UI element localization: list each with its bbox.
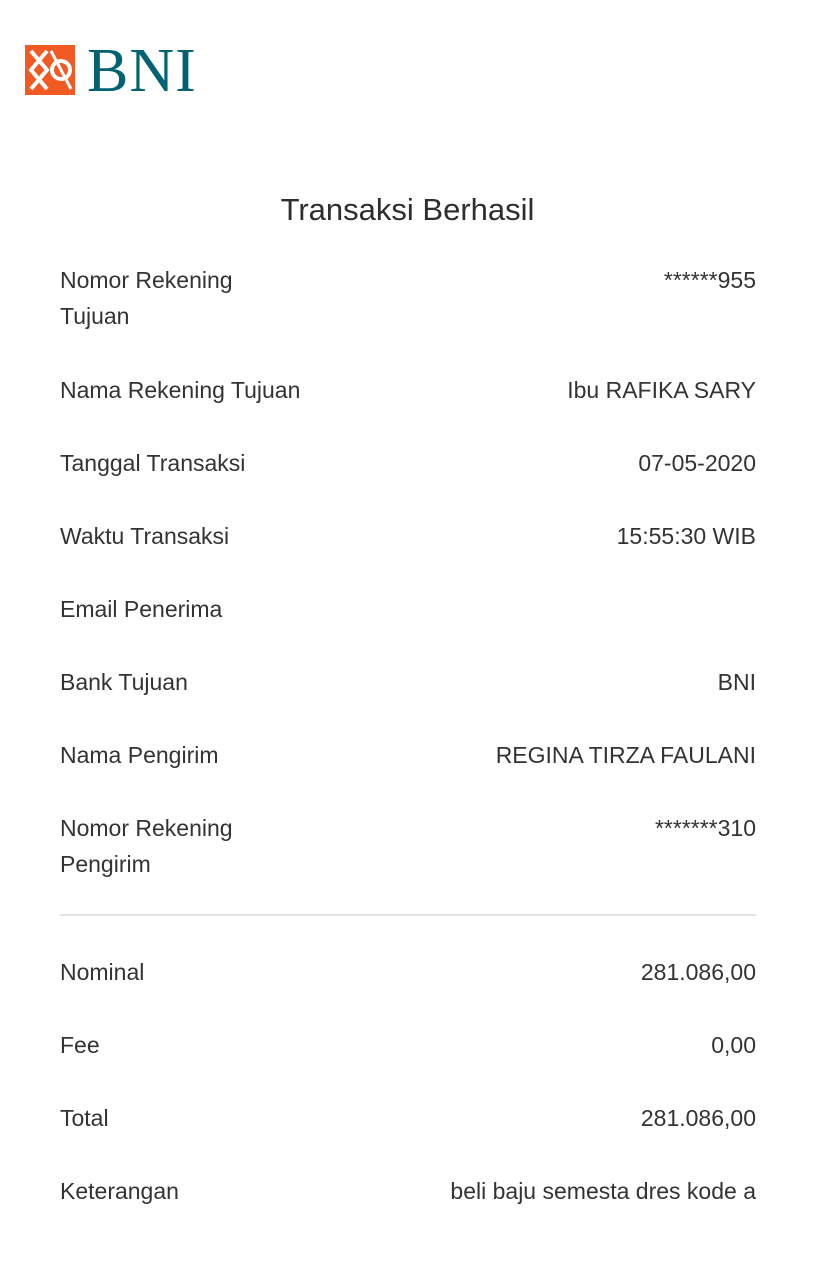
detail-value: BNI xyxy=(717,669,756,695)
detail-value: Ibu RAFIKA SARY xyxy=(567,377,756,403)
bni-logo-mark-icon xyxy=(25,45,75,95)
summary-label: Fee xyxy=(60,1032,100,1058)
bni-logo: BNI xyxy=(25,38,197,102)
detail-label: Nama Pengirim xyxy=(60,742,219,768)
detail-label: Nama Rekening Tujuan xyxy=(60,377,301,403)
detail-row-nama-rekening-tujuan: Nama Rekening Tujuan Ibu RAFIKA SARY xyxy=(60,372,756,408)
summary-row-keterangan: Keterangan beli baju semesta dres kode a xyxy=(60,1173,756,1209)
summary-row-total: Total 281.086,00 xyxy=(60,1100,756,1136)
details-list: Nomor Rekening Tujuan ******955 Nama Rek… xyxy=(60,262,756,882)
summary-value: 281.086,00 xyxy=(640,959,756,985)
section-divider xyxy=(60,914,756,916)
bni-logo-text: BNI xyxy=(87,37,197,105)
detail-value: ******955 xyxy=(663,267,756,293)
page-title: Transaksi Berhasil xyxy=(280,192,535,227)
summary-value: beli baju semesta dres kode a xyxy=(450,1178,756,1204)
detail-value: 07-05-2020 xyxy=(638,450,756,476)
summary-label: Total xyxy=(60,1105,109,1131)
detail-label: Nomor Rekening Pengirim xyxy=(60,815,233,877)
summary-value: 281.086,00 xyxy=(640,1105,756,1131)
detail-row-waktu-transaksi: Waktu Transaksi 15:55:30 WIB xyxy=(60,518,756,554)
detail-label: Tanggal Transaksi xyxy=(60,450,246,476)
detail-value: REGINA TIRZA FAULANI xyxy=(495,742,756,768)
detail-label: Bank Tujuan xyxy=(60,669,188,695)
detail-row-nama-pengirim: Nama Pengirim REGINA TIRZA FAULANI xyxy=(60,737,756,773)
summary-row-fee: Fee 0,00 xyxy=(60,1027,756,1063)
detail-value: *******310 xyxy=(654,815,756,841)
detail-row-email-penerima: Email Penerima xyxy=(60,591,756,627)
summary-list: Nominal 281.086,00 Fee 0,00 Total 281.08… xyxy=(60,954,756,1209)
summary-value: 0,00 xyxy=(711,1032,756,1058)
detail-row-nomor-rekening-tujuan: Nomor Rekening Tujuan ******955 xyxy=(60,262,756,334)
summary-label: Keterangan xyxy=(60,1178,179,1204)
summary-row-nominal: Nominal 281.086,00 xyxy=(60,954,756,990)
detail-label: Email Penerima xyxy=(60,596,223,622)
summary-label: Nominal xyxy=(60,959,145,985)
detail-row-tanggal-transaksi: Tanggal Transaksi 07-05-2020 xyxy=(60,445,756,481)
detail-row-nomor-rekening-pengirim: Nomor Rekening Pengirim *******310 xyxy=(60,810,756,882)
detail-label: Waktu Transaksi xyxy=(60,523,230,549)
detail-value: 15:55:30 WIB xyxy=(616,523,756,549)
detail-label: Nomor Rekening Tujuan xyxy=(60,267,233,329)
detail-row-bank-tujuan: Bank Tujuan BNI xyxy=(60,664,756,700)
